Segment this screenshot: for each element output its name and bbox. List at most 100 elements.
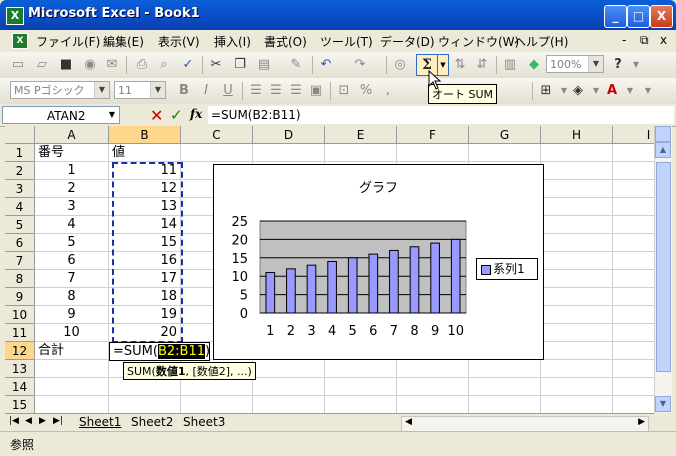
underline-icon[interactable]: U	[220, 83, 236, 99]
minimize-button[interactable]: _	[604, 5, 627, 28]
font-name-combo[interactable]: MS Pゴシック ▼	[10, 81, 110, 99]
menu-help[interactable]: ヘルプ(H)	[514, 33, 568, 50]
editing-cell-b12[interactable]: =SUM(B2:B11)	[109, 342, 210, 361]
cell-h3[interactable]	[541, 180, 613, 198]
cell-b9[interactable]: 18	[109, 288, 181, 306]
menu-format[interactable]: 書式(O)	[264, 33, 307, 50]
chevron-down-icon[interactable]: ▼	[150, 82, 165, 98]
new-icon[interactable]: ▭	[10, 57, 26, 73]
cell-e1[interactable]	[325, 144, 397, 162]
close-button[interactable]: X	[650, 5, 673, 28]
row-header-15[interactable]: 15	[5, 396, 35, 413]
cell-b14[interactable]	[109, 378, 181, 396]
menu-edit[interactable]: 編集(E)	[103, 33, 144, 50]
align-left-icon[interactable]: ☰	[248, 83, 264, 99]
cell-d15[interactable]	[253, 396, 325, 413]
row-header-1[interactable]: 1	[5, 144, 35, 162]
scroll-thumb[interactable]	[656, 162, 671, 372]
scroll-right-button[interactable]: ▶	[638, 417, 645, 427]
chart-legend[interactable]: 系列1	[476, 258, 538, 280]
cell-a14[interactable]	[35, 378, 109, 396]
embedded-chart[interactable]: グラフ 0 5 10 15 20 25 1 2 3 4 5 6 7 8 9 10 系列1	[213, 164, 544, 360]
row-header-6[interactable]: 6	[5, 234, 35, 252]
cell-h12[interactable]	[541, 342, 613, 360]
cell-h1[interactable]	[541, 144, 613, 162]
cell-a7[interactable]: 6	[35, 252, 109, 270]
cell-g13[interactable]	[469, 360, 541, 378]
row-header-13[interactable]: 13	[5, 360, 35, 378]
cell-i10[interactable]	[613, 306, 654, 324]
menu-data[interactable]: データ(D)	[380, 33, 435, 50]
cell-a6[interactable]: 5	[35, 234, 109, 252]
row-header-8[interactable]: 8	[5, 270, 35, 288]
cell-a12[interactable]: 合計	[35, 342, 109, 360]
cell-f15[interactable]	[397, 396, 469, 413]
cell-h13[interactable]	[541, 360, 613, 378]
format-painter-icon[interactable]: ✎	[288, 57, 304, 73]
cell-b1[interactable]: 値	[109, 144, 181, 162]
redo-icon[interactable]: ↷	[352, 57, 368, 73]
chevron-down-icon[interactable]: ▼	[105, 107, 119, 123]
bold-icon[interactable]: B	[176, 83, 192, 99]
cell-i3[interactable]	[613, 180, 654, 198]
last-sheet-button[interactable]: ▶|	[53, 416, 63, 426]
spelling-icon[interactable]: ✓	[180, 57, 196, 73]
scroll-split-handle[interactable]	[655, 126, 671, 142]
column-header-f[interactable]: F	[397, 126, 469, 144]
column-header-c[interactable]: C	[181, 126, 253, 144]
cell-g15[interactable]	[469, 396, 541, 413]
cell-h5[interactable]	[541, 216, 613, 234]
menu-tools[interactable]: ツール(T)	[320, 33, 373, 50]
chevron-down-icon[interactable]: ▼	[588, 56, 603, 72]
menu-insert[interactable]: 挿入(I)	[214, 33, 251, 50]
scroll-up-button[interactable]: ▲	[655, 142, 671, 158]
document-icon[interactable]: X	[12, 33, 28, 49]
sort-descending-icon[interactable]: ⇵	[474, 57, 490, 73]
cell-e13[interactable]	[325, 360, 397, 378]
row-header-4[interactable]: 4	[5, 198, 35, 216]
row-header-7[interactable]: 7	[5, 252, 35, 270]
cell-a10[interactable]: 9	[35, 306, 109, 324]
copy-icon[interactable]: ❐	[232, 57, 248, 73]
cell-i13[interactable]	[613, 360, 654, 378]
cell-d13[interactable]	[253, 360, 325, 378]
cell-c1[interactable]	[181, 144, 253, 162]
horizontal-scrollbar[interactable]: ◀ ▶	[401, 416, 649, 432]
row-header-2[interactable]: 2	[5, 162, 35, 180]
cell-i7[interactable]	[613, 252, 654, 270]
print-icon[interactable]: ⎙	[134, 57, 150, 73]
formula-input[interactable]: =SUM(B2:B11)	[208, 106, 674, 124]
fill-color-icon[interactable]: ◈	[570, 83, 586, 99]
maximize-button[interactable]: □	[627, 5, 650, 28]
cell-i12[interactable]	[613, 342, 654, 360]
cell-b7[interactable]: 16	[109, 252, 181, 270]
menu-file[interactable]: ファイル(F)	[36, 33, 100, 50]
cell-a9[interactable]: 8	[35, 288, 109, 306]
cell-i9[interactable]	[613, 288, 654, 306]
menu-window[interactable]: ウィンドウ(W)	[438, 33, 519, 50]
align-right-icon[interactable]: ☰	[288, 83, 304, 99]
save-icon[interactable]: ■	[58, 57, 74, 73]
email-icon[interactable]: ✉	[104, 57, 120, 73]
cell-g14[interactable]	[469, 378, 541, 396]
cell-a11[interactable]: 10	[35, 324, 109, 342]
sheet-tab-1[interactable]: Sheet1	[79, 414, 121, 430]
cell-b2[interactable]: 11	[109, 162, 181, 180]
row-header-5[interactable]: 5	[5, 216, 35, 234]
cell-h14[interactable]	[541, 378, 613, 396]
chevron-down-icon[interactable]: ▼	[622, 83, 638, 99]
cell-b10[interactable]: 19	[109, 306, 181, 324]
cell-i8[interactable]	[613, 270, 654, 288]
enter-icon[interactable]: ✓	[170, 106, 183, 124]
font-color-icon[interactable]: A	[604, 83, 620, 99]
cell-d14[interactable]	[253, 378, 325, 396]
cell-d1[interactable]	[253, 144, 325, 162]
cell-b6[interactable]: 15	[109, 234, 181, 252]
chevron-down-icon[interactable]: ▼	[588, 83, 604, 99]
doc-restore-button[interactable]: ⧉	[640, 33, 649, 48]
cell-h10[interactable]	[541, 306, 613, 324]
zoom-combo[interactable]: 100% ▼	[546, 55, 604, 73]
cut-icon[interactable]: ✂	[208, 57, 224, 73]
doc-minimize-button[interactable]: -	[622, 33, 626, 47]
name-box[interactable]: ATAN2 ▼	[2, 106, 120, 124]
